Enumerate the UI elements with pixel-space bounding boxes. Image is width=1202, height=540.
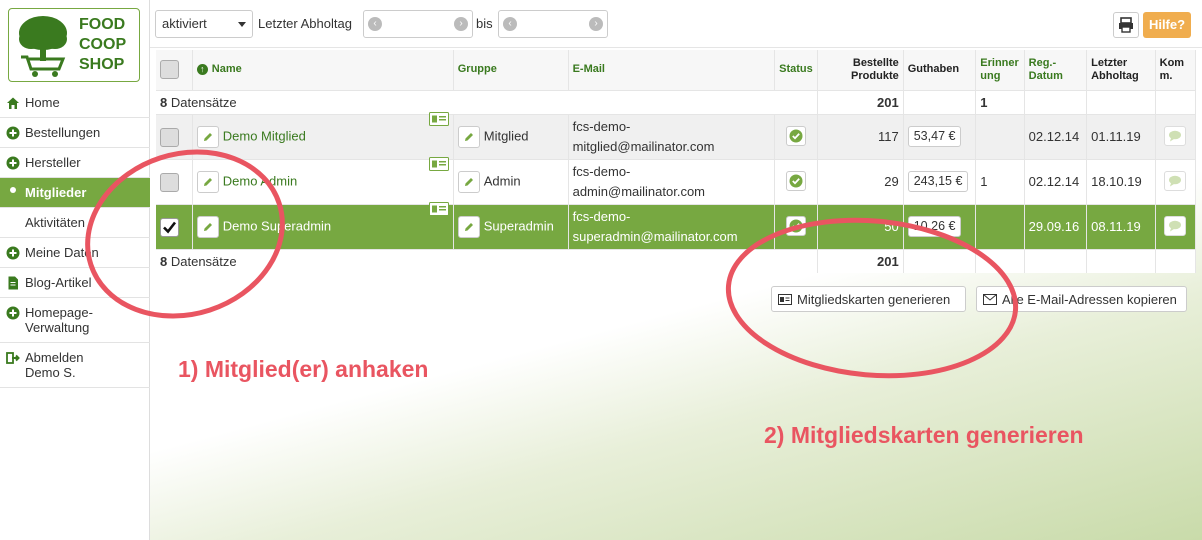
annotation-overlay [85,149,1019,379]
annotation-circle-checkboxes [85,149,285,319]
annotation-circle-cards-button [725,217,1019,379]
